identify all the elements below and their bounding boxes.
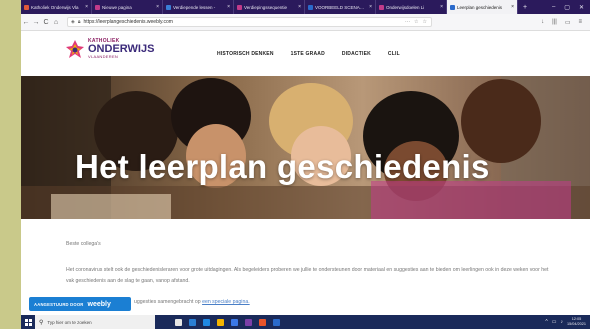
sidebar-icon[interactable]: ▭ — [565, 19, 571, 26]
tray-chevron-icon[interactable]: ^ — [545, 319, 547, 325]
close-tab-icon[interactable]: × — [156, 4, 159, 10]
file-explorer-icon[interactable] — [217, 318, 224, 326]
tab-title: Verdiepingssequentie — [244, 4, 288, 10]
logo-line3: VLAANDEREN — [88, 54, 119, 59]
intro-paragraph: Het coronavirus stelt ook de geschiedeni… — [66, 267, 549, 284]
close-tab-icon[interactable]: × — [369, 4, 372, 10]
tab-favicon-icon — [95, 4, 100, 10]
page-title: Het leerplan geschiedenis — [75, 148, 490, 185]
word-icon[interactable] — [273, 318, 280, 326]
close-tab-icon[interactable]: × — [298, 4, 301, 10]
browser-tab[interactable]: Katholiek Onderwijs Vla × — [21, 0, 92, 14]
task-view-icon[interactable] — [175, 318, 182, 326]
volume-icon[interactable]: ♪ — [560, 319, 563, 325]
downloads-icon[interactable]: ↓ — [541, 19, 544, 26]
tab-favicon-icon — [308, 4, 313, 10]
weebly-badge[interactable]: AANGESTUURD DOOR weebly — [29, 297, 131, 311]
tab-favicon-icon — [379, 4, 384, 10]
browser-window: Katholiek Onderwijs Vla × Nieuwe pagina … — [21, 0, 590, 329]
menu-item-didactiek[interactable]: DIDACTIEK — [342, 51, 371, 57]
browser-tab-active[interactable]: Leerplan geschiedenis × — [447, 0, 518, 14]
network-icon[interactable]: ▭ — [552, 319, 557, 325]
edge-icon[interactable] — [189, 318, 196, 326]
menu-item-clil[interactable]: CLIL — [388, 51, 400, 57]
windows-logo-icon — [24, 318, 32, 326]
browser-tab[interactable]: Verdiepende lessen - × — [163, 0, 234, 14]
url-extras: ··· ☆ ☆ — [405, 19, 431, 25]
page-actions-icon[interactable]: ··· — [405, 19, 410, 25]
reload-button[interactable]: C — [41, 19, 51, 26]
site-header: KATHOLIEK ONDERWIJS VLAANDEREN HISTORISC… — [21, 31, 590, 76]
browser-tab[interactable]: Onderwijsdoelen Li × — [376, 0, 447, 14]
firefox-icon[interactable] — [259, 318, 266, 326]
menu-icon[interactable]: ≡ — [578, 19, 582, 26]
browser-tab[interactable]: VOORBEELD SCENARIO × — [305, 0, 376, 14]
url-text: https://leerplangeschiedenis.weebly.com — [83, 19, 173, 25]
start-button[interactable] — [21, 315, 35, 329]
taskbar-clock[interactable]: 12:05 15/04/2021 — [567, 317, 586, 326]
weebly-logo: weebly — [87, 300, 111, 308]
tab-title: Katholiek Onderwijs Vla — [31, 4, 79, 10]
logo-mark-icon — [65, 39, 85, 59]
tab-title: Leerplan geschiedenis — [457, 4, 503, 10]
bookmark-star-icon[interactable]: ☆ — [423, 19, 427, 25]
menu-item-historisch-denken[interactable]: HISTORISCH DENKEN — [217, 51, 274, 57]
browser-toolbar: ↓ ||| ▭ ≡ — [541, 19, 590, 26]
greeting-text: Beste collega's — [66, 241, 101, 247]
close-tab-icon[interactable]: × — [227, 4, 230, 10]
search-placeholder: Typ hier om te zoeken — [47, 319, 92, 325]
system-tray: ^ ▭ ♪ 12:05 15/04/2021 — [545, 317, 590, 326]
logo-text: KATHOLIEK ONDERWIJS VLAANDEREN — [88, 39, 154, 59]
new-tab-button[interactable]: + — [518, 4, 532, 11]
more-paragraph: uggesties samengebracht op een speciale … — [134, 299, 250, 305]
hero-banner: Het leerplan geschiedenis — [21, 76, 590, 219]
badge-text: AANGESTUURD DOOR — [34, 301, 84, 307]
close-tab-icon[interactable]: × — [440, 4, 443, 10]
main-menu: HISTORISCH DENKEN 1STE GRAAD DIDACTIEK C… — [217, 51, 400, 57]
pocket-icon[interactable]: ☆ — [414, 19, 418, 25]
navigation-bar: ← → C ⌂ ◈ 🔒︎ https://leerplangeschiedeni… — [21, 14, 590, 31]
special-page-link[interactable]: een speciale pagina. — [202, 299, 250, 305]
close-tab-icon[interactable]: × — [511, 4, 514, 10]
library-icon[interactable]: ||| — [552, 19, 557, 26]
search-icon: ⚲ — [39, 319, 44, 326]
tab-title: Verdiepende lessen - — [173, 4, 216, 10]
lock-icon: 🔒︎ — [77, 19, 81, 25]
taskbar-apps — [175, 318, 280, 326]
mail-icon[interactable] — [231, 318, 238, 326]
tab-title: Onderwijsdoelen Li — [386, 4, 425, 10]
teams-icon[interactable] — [245, 318, 252, 326]
tab-title: Nieuwe pagina — [102, 4, 132, 10]
menu-item-1ste-graad[interactable]: 1STE GRAAD — [291, 51, 325, 57]
tab-favicon-icon — [237, 4, 242, 10]
shield-icon: ◈ — [71, 19, 75, 25]
maximize-button[interactable]: ▢ — [564, 4, 570, 11]
browser-tab[interactable]: Nieuwe pagina × — [92, 0, 163, 14]
clock-date: 15/04/2021 — [566, 322, 586, 326]
forward-button[interactable]: → — [31, 19, 41, 26]
windows-taskbar: ⚲ Typ hier om te zoeken ^ ▭ ♪ 12:05 15/0… — [21, 315, 590, 329]
tab-favicon-icon — [450, 4, 455, 10]
tab-bar: Katholiek Onderwijs Vla × Nieuwe pagina … — [21, 0, 590, 14]
address-bar[interactable]: ◈ 🔒︎ https://leerplangeschiedenis.weebly… — [67, 17, 432, 27]
window-controls: – ▢ ✕ — [552, 4, 590, 11]
minimize-button[interactable]: – — [552, 4, 555, 11]
tab-favicon-icon — [166, 4, 171, 10]
store-icon[interactable] — [203, 318, 210, 326]
close-window-button[interactable]: ✕ — [579, 4, 584, 11]
site-logo[interactable]: KATHOLIEK ONDERWIJS VLAANDEREN — [65, 39, 154, 59]
back-button[interactable]: ← — [21, 19, 31, 26]
close-tab-icon[interactable]: × — [85, 4, 88, 10]
tab-title: VOORBEELD SCENARIO — [315, 4, 368, 10]
taskbar-search[interactable]: ⚲ Typ hier om te zoeken — [35, 315, 155, 329]
tab-favicon-icon — [24, 4, 29, 10]
home-button[interactable]: ⌂ — [51, 19, 61, 26]
browser-tab[interactable]: Verdiepingssequentie × — [234, 0, 305, 14]
more-text: uggesties samengebracht op — [134, 299, 203, 305]
